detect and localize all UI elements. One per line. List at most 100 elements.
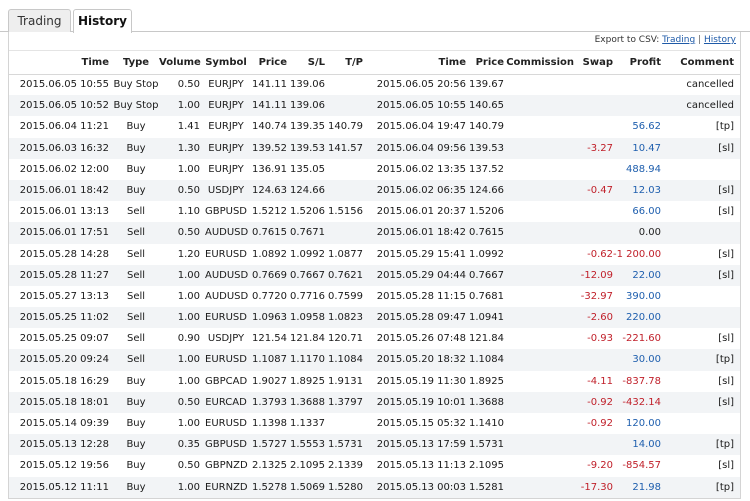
- stop-loss-cell: 1.1337: [290, 418, 325, 429]
- table-row[interactable]: 2015.05.13 12:28 Buy 0.35 GBPUSD 1.5727 1.555…: [9, 434, 740, 456]
- commission-cell: [504, 455, 574, 476]
- stop-loss-cell: 139.53: [290, 142, 325, 154]
- header-commission[interactable]: Commission: [504, 51, 574, 74]
- close-time-cell: 2015.05.15 05:32: [376, 418, 466, 429]
- table-row[interactable]: 2015.05.20 09:24 Sell 1.00 EURUSD 1.1087 1.11…: [9, 349, 740, 371]
- comment-cell: [661, 286, 734, 307]
- table-row[interactable]: 2015.06.03 16:32 Buy 1.30 EURJPY 139.52 139.5…: [9, 137, 740, 159]
- swap-cell: [574, 222, 613, 243]
- table-row[interactable]: 2015.05.28 14:28 Sell 1.20 EURUSD 1.0892 1.09…: [9, 244, 740, 265]
- header-close-time[interactable]: Time: [363, 51, 466, 74]
- table-row[interactable]: 2015.05.12 19:56 Buy 0.50 GBPNZD 2.1325 2.109…: [9, 455, 740, 476]
- stop-loss-cell: 1.8925: [290, 375, 325, 387]
- history-panel: Export to CSV: Trading | History Time Ty…: [8, 32, 741, 499]
- open-time-cell: 2015.06.05 10:52: [19, 100, 109, 112]
- close-price-cell: 1.1410: [469, 418, 504, 429]
- profit-cell: 390.00: [626, 290, 661, 302]
- header-close-price[interactable]: Price: [466, 51, 504, 74]
- swap-cell: [574, 349, 613, 370]
- type-cell: Buy: [126, 418, 146, 429]
- profit-cell: [613, 74, 661, 95]
- volume-cell: 0.50: [177, 79, 200, 90]
- table-row[interactable]: 2015.06.01 18:42 Buy 0.50 USDJPY 124.63 124.6…: [9, 179, 740, 202]
- table-row[interactable]: 2015.06.04 11:21 Buy 1.41 EURJPY 140.74 139.3…: [9, 116, 740, 137]
- take-profit-cell: [325, 413, 363, 434]
- take-profit-cell: 141.57: [328, 142, 363, 154]
- symbol-cell: GBPNZD: [205, 460, 248, 472]
- stop-loss-cell: 139.06: [290, 79, 325, 90]
- open-price-cell: 141.11: [252, 100, 287, 112]
- take-profit-cell: [325, 95, 363, 116]
- header-swap[interactable]: Swap: [574, 51, 613, 74]
- volume-cell: 0.50: [177, 460, 200, 472]
- export-trading-link[interactable]: Trading: [662, 35, 695, 45]
- header-symbol[interactable]: Symbol: [205, 51, 247, 74]
- open-price-cell: 1.3793: [252, 396, 287, 408]
- symbol-cell: USDJPY: [207, 184, 245, 196]
- open-time-cell: 2015.05.18 16:29: [19, 375, 109, 387]
- table-row[interactable]: 2015.06.05 10:55 Buy Stop 0.50 EURJPY 141.11…: [9, 74, 740, 95]
- type-cell: Sell: [126, 290, 146, 302]
- header-type[interactable]: Type: [113, 51, 159, 74]
- close-price-cell: 139.53: [469, 142, 504, 154]
- tab-history[interactable]: History: [73, 9, 132, 33]
- type-cell: Sell: [126, 248, 146, 260]
- header-open-price[interactable]: Price: [247, 51, 287, 74]
- tab-trading[interactable]: Trading: [8, 9, 71, 32]
- comment-cell: cancelled: [686, 100, 734, 112]
- symbol-cell: EURUSD: [205, 248, 247, 260]
- header-volume[interactable]: Volume: [159, 51, 201, 74]
- table-row[interactable]: 2015.05.27 13:13 Sell 1.00 AUDUSD 0.7720 0.77…: [9, 286, 740, 307]
- profit-cell: 21.98: [632, 481, 661, 493]
- swap-cell: [574, 434, 613, 455]
- comment-cell: [sl]: [718, 375, 734, 387]
- type-cell: Sell: [126, 269, 146, 281]
- take-profit-cell: 1.5156: [328, 206, 363, 218]
- profit-cell: 56.62: [632, 121, 661, 133]
- symbol-cell: AUDUSD: [205, 269, 249, 281]
- table-row[interactable]: 2015.05.18 18:01 Buy 0.50 EURCAD 1.3793 1.368…: [9, 391, 740, 413]
- swap-cell: [574, 116, 613, 137]
- header-stop-loss[interactable]: S/L: [287, 51, 325, 74]
- profit-cell: 10.47: [632, 142, 661, 154]
- table-row[interactable]: 2015.05.12 11:11 Buy 1.00 EURNZD 1.5278 1.506…: [9, 476, 740, 498]
- type-cell: Buy: [126, 396, 146, 408]
- close-time-cell: 2015.05.13 17:59: [376, 439, 466, 451]
- stop-loss-cell: 1.3688: [290, 396, 325, 408]
- open-time-cell: 2015.06.04 11:21: [19, 121, 109, 133]
- close-time-cell: 2015.05.20 18:32: [376, 354, 466, 366]
- header-open-time[interactable]: Time: [9, 51, 109, 74]
- close-time-cell: 2015.06.04 19:47: [376, 121, 466, 133]
- table-row[interactable]: 2015.05.25 11:02 Sell 1.00 EURUSD 1.0963 1.09…: [9, 307, 740, 329]
- profit-cell: 220.00: [626, 312, 661, 324]
- table-row[interactable]: 2015.06.01 13:13 Sell 1.10 GBPUSD 1.5212 1.52…: [9, 201, 740, 222]
- comment-cell: [sl]: [718, 206, 734, 218]
- volume-cell: 1.00: [177, 354, 200, 366]
- comment-cell: [tp]: [715, 121, 734, 133]
- comment-cell: [661, 159, 734, 180]
- table-row[interactable]: 2015.06.05 10:52 Buy Stop 1.00 EURJPY 141.11…: [9, 95, 740, 117]
- symbol-cell: EURJPY: [208, 121, 244, 133]
- volume-cell: 1.30: [177, 142, 200, 154]
- close-time-cell: 2015.05.29 15:41: [376, 248, 466, 260]
- close-price-cell: 1.5281: [469, 481, 504, 493]
- open-time-cell: 2015.05.25 11:02: [19, 312, 109, 324]
- table-row[interactable]: 2015.05.18 16:29 Buy 1.00 GBPCAD 1.9027 1.892…: [9, 371, 740, 392]
- table-row[interactable]: 2015.06.01 17:51 Sell 0.50 AUDUSD 0.7615 0.76…: [9, 222, 740, 244]
- close-time-cell: 2015.05.29 04:44: [376, 269, 466, 281]
- table-row[interactable]: 2015.06.02 12:00 Buy 1.00 EURJPY 136.91 135.0…: [9, 159, 740, 180]
- header-take-profit[interactable]: T/P: [325, 51, 363, 74]
- table-row[interactable]: 2015.05.14 09:39 Buy 1.00 EURUSD 1.1398 1.133…: [9, 413, 740, 434]
- comment-cell: [tp]: [715, 481, 734, 493]
- header-profit[interactable]: Profit: [613, 51, 661, 74]
- close-time-cell: 2015.05.19 10:01: [376, 396, 466, 408]
- swap-cell: -3.27: [587, 142, 613, 154]
- symbol-cell: EURCAD: [205, 396, 247, 408]
- close-price-cell: 0.7667: [469, 269, 504, 281]
- table-row[interactable]: 2015.05.25 09:07 Sell 0.90 USDJPY 121.54 121.…: [9, 328, 740, 349]
- header-comment[interactable]: Comment: [661, 51, 734, 74]
- swap-cell: -4.11: [587, 375, 613, 387]
- table-row[interactable]: 2015.05.28 11:27 Sell 1.00 AUDUSD 0.7669 0.76…: [9, 264, 740, 286]
- export-history-link[interactable]: History: [704, 35, 736, 45]
- open-price-cell: 2.1325: [252, 460, 287, 472]
